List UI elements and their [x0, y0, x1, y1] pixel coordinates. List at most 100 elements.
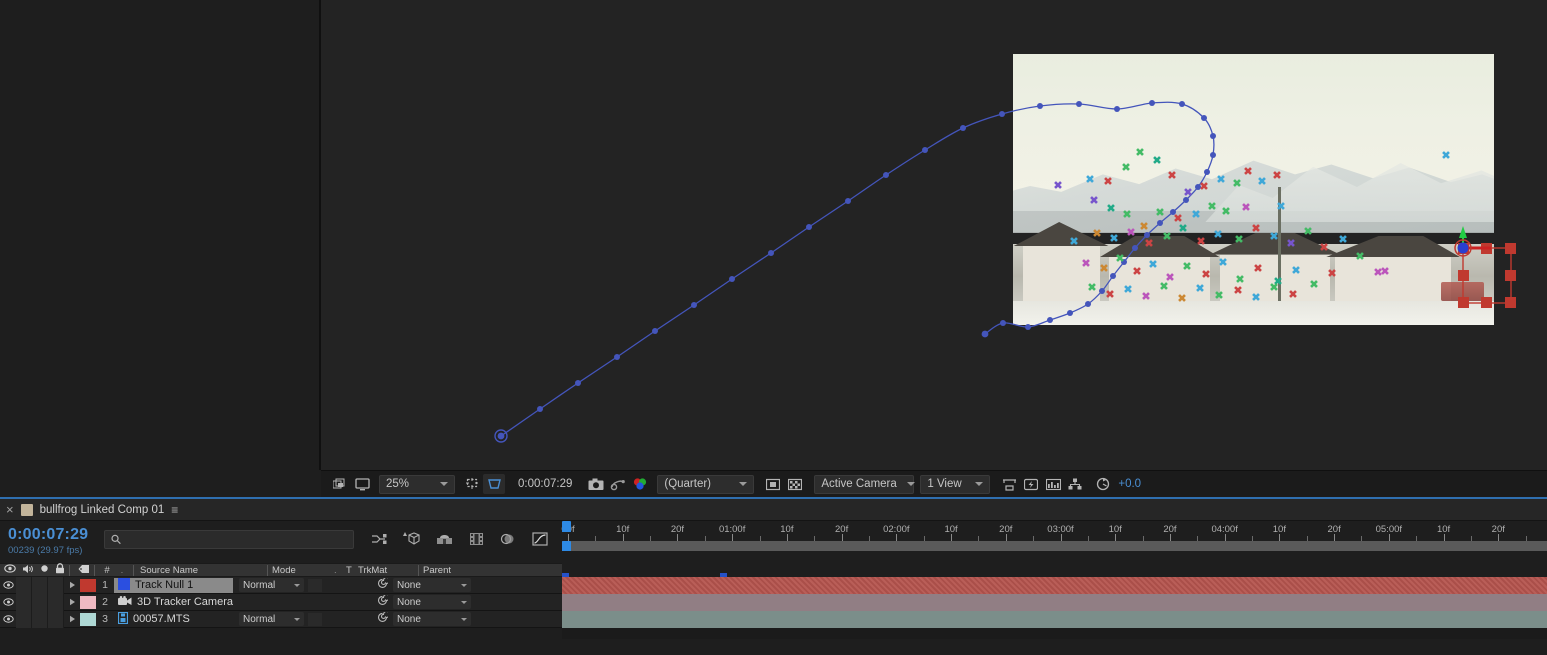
- table-row[interactable]: 1 Track Null 1 Normal None: [0, 576, 562, 594]
- table-row[interactable]: 3 00057.MTS Normal None: [0, 610, 562, 628]
- timeline-toolbar-icons[interactable]: [371, 531, 548, 551]
- layer-audio-toggle[interactable]: [16, 610, 32, 628]
- motion-path-point[interactable]: [845, 198, 851, 204]
- view-layout-select[interactable]: 1 View: [920, 474, 991, 494]
- motion-path-point[interactable]: [883, 172, 889, 178]
- layer-lock-toggle[interactable]: [48, 610, 64, 628]
- toggle-mask-paths-icon[interactable]: [762, 474, 784, 494]
- current-time-block[interactable]: 0:00:07:29 00239 (29.97 fps): [0, 521, 104, 556]
- motion-path-point[interactable]: [806, 224, 812, 230]
- toggle-alpha-boundaries-icon[interactable]: [784, 474, 806, 494]
- layer-mode-select[interactable]: Normal: [239, 578, 304, 592]
- layer-name-cell[interactable]: 3D Tracker Camera: [114, 595, 233, 610]
- layer-expand-arrow[interactable]: [64, 581, 80, 589]
- resolution-select[interactable]: (Quarter): [657, 474, 755, 494]
- show-channel-rgb-icon[interactable]: [629, 474, 651, 494]
- playhead-marker[interactable]: [562, 541, 571, 551]
- exposure-value[interactable]: +0.0: [1118, 478, 1141, 490]
- motion-path-point[interactable]: [960, 125, 966, 131]
- always-preview-this-view-icon[interactable]: [329, 474, 351, 494]
- layer-expand-arrow[interactable]: [64, 598, 80, 606]
- hide-shy-layers-icon[interactable]: [436, 532, 453, 551]
- layer-audio-toggle[interactable]: [16, 576, 32, 594]
- draft-3d-icon[interactable]: [403, 531, 420, 551]
- column-parent-header[interactable]: Parent: [423, 565, 483, 576]
- search-field[interactable]: [125, 533, 347, 546]
- motion-path-point[interactable]: [922, 147, 928, 153]
- layer-trkmat-swatch[interactable]: [308, 612, 322, 626]
- motion-path-point[interactable]: [614, 354, 620, 360]
- comp-mini-flowchart-icon[interactable]: [371, 532, 387, 551]
- close-tab-icon[interactable]: ×: [6, 503, 14, 516]
- motion-path-anchor[interactable]: [494, 429, 508, 443]
- layer-name-cell[interactable]: Track Null 1: [114, 577, 233, 593]
- main-viewer-icon[interactable]: [351, 474, 373, 494]
- table-row[interactable]: 2 3D Tracker Camera None: [0, 593, 562, 611]
- layer-label-color[interactable]: [80, 612, 96, 626]
- layer-expand-arrow[interactable]: [64, 615, 80, 623]
- timeline-tabbar[interactable]: × bullfrog Linked Comp 01 ≡: [0, 499, 1547, 521]
- column-t-header[interactable]: T: [346, 565, 358, 576]
- fast-previews-icon[interactable]: [1020, 474, 1042, 494]
- layer-parent-select[interactable]: None: [393, 612, 471, 626]
- audio-icon[interactable]: [22, 564, 34, 577]
- pixel-aspect-correction-icon[interactable]: [998, 474, 1020, 494]
- motion-path-point[interactable]: [1000, 320, 1006, 326]
- label-tag-icon[interactable]: [78, 564, 90, 577]
- region-of-interest-icon[interactable]: [461, 474, 483, 494]
- layer-visibility-toggle[interactable]: [0, 577, 16, 594]
- layer-duration-bar[interactable]: [562, 594, 1547, 611]
- take-snapshot-camera-icon[interactable]: [585, 474, 607, 494]
- comp-canvas[interactable]: [321, 0, 1547, 470]
- motion-path-point[interactable]: [497, 432, 505, 440]
- composition-viewer[interactable]: [321, 0, 1547, 470]
- motion-path-point[interactable]: [999, 111, 1005, 117]
- keyframe-marker[interactable]: [720, 573, 727, 577]
- parent-pickwhip-icon[interactable]: [377, 610, 391, 626]
- column-mode-header[interactable]: Mode: [272, 565, 334, 576]
- current-timecode[interactable]: 0:00:07:29: [8, 526, 104, 544]
- layer-duration-bar[interactable]: [562, 611, 1547, 628]
- parent-pickwhip-icon[interactable]: [377, 593, 391, 609]
- layer-list[interactable]: 1 Track Null 1 Normal None 2 3D Tracker …: [0, 576, 562, 628]
- layer-trkmat-swatch[interactable]: [308, 578, 322, 592]
- eye-video-icon[interactable]: [4, 564, 16, 576]
- timeline-icon[interactable]: [1042, 474, 1064, 494]
- composition-tab-label[interactable]: bullfrog Linked Comp 01: [40, 504, 165, 516]
- column-number-header[interactable]: #: [99, 565, 115, 576]
- layer-lock-toggle[interactable]: [48, 593, 64, 611]
- panel-menu-icon[interactable]: ≡: [171, 503, 179, 517]
- timeline-panel[interactable]: × bullfrog Linked Comp 01 ≡ 0:00:07:29 0…: [0, 497, 1547, 655]
- layer-solo-toggle[interactable]: [32, 576, 48, 594]
- show-snapshot-icon[interactable]: [607, 474, 629, 494]
- column-trkmat-header[interactable]: TrkMat: [358, 565, 414, 576]
- search-input[interactable]: [104, 530, 354, 549]
- layer-mode-select[interactable]: Normal: [239, 612, 304, 626]
- parent-pickwhip-icon[interactable]: [377, 576, 391, 592]
- playhead-top[interactable]: [562, 521, 571, 532]
- layer-solo-toggle[interactable]: [32, 610, 48, 628]
- graph-editor-icon[interactable]: [532, 531, 548, 551]
- reset-exposure-icon[interactable]: [1092, 474, 1114, 494]
- time-ruler[interactable]: 00f10f20f01:00f10f20f02:00f10f20f03:00f1…: [561, 521, 1547, 541]
- motion-path-point[interactable]: [691, 302, 697, 308]
- layer-visibility-toggle[interactable]: [0, 594, 16, 611]
- layer-solo-toggle[interactable]: [32, 593, 48, 611]
- lock-icon[interactable]: [55, 563, 65, 577]
- enable-motion-blur-icon[interactable]: [500, 532, 516, 551]
- motion-path-point[interactable]: [768, 250, 774, 256]
- motion-path-point[interactable]: [981, 330, 989, 338]
- toggle-transparency-grid-icon[interactable]: [483, 474, 505, 494]
- enable-frame-blending-icon[interactable]: [469, 532, 484, 551]
- comp-flowchart-icon[interactable]: [1064, 474, 1086, 494]
- keyframe-marker[interactable]: [562, 573, 569, 577]
- motion-path-point[interactable]: [537, 406, 543, 412]
- motion-path-point[interactable]: [729, 276, 735, 282]
- layer-label-color[interactable]: [80, 578, 96, 592]
- motion-path-point[interactable]: [652, 328, 658, 334]
- layer-parent-select[interactable]: None: [393, 595, 471, 609]
- track-area[interactable]: [562, 573, 1547, 639]
- motion-path-point[interactable]: [575, 380, 581, 386]
- layer-visibility-toggle[interactable]: [0, 611, 16, 628]
- layer-label-color[interactable]: [80, 595, 96, 609]
